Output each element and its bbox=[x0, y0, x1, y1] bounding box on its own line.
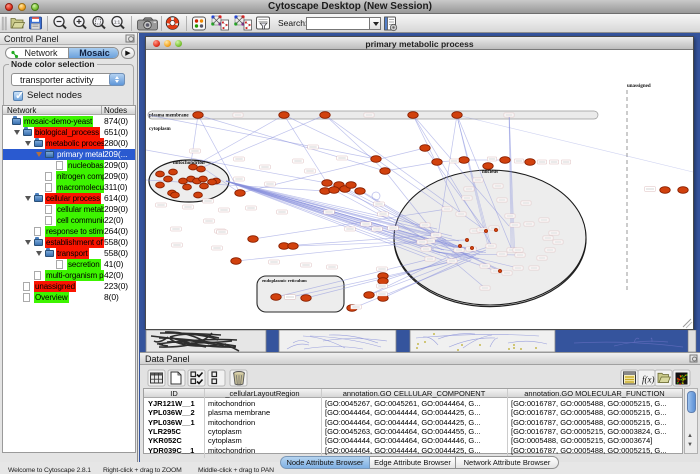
svg-text:f(x): f(x) bbox=[642, 375, 655, 385]
svg-text:cytoplasm: cytoplasm bbox=[149, 127, 172, 132]
svg-text:plasma membrane: plasma membrane bbox=[149, 114, 189, 119]
svg-text:unassigned: unassigned bbox=[627, 84, 651, 89]
svg-text:nucleus: nucleus bbox=[482, 170, 498, 175]
svg-text:1:1: 1:1 bbox=[114, 20, 121, 25]
svg-text:mitochondrion: mitochondrion bbox=[173, 161, 205, 166]
svg-text:endoplasmic reticulum: endoplasmic reticulum bbox=[262, 278, 307, 283]
